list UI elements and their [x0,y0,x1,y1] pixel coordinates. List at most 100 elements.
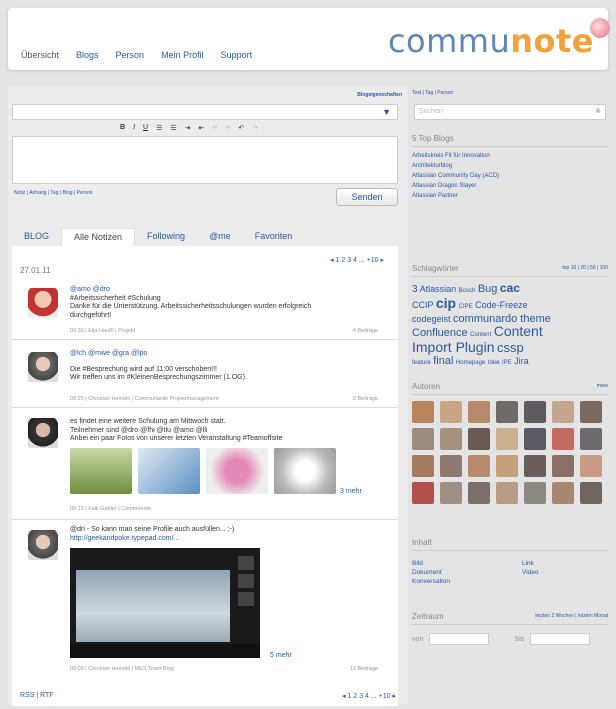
video-player[interactable] [70,548,260,658]
reply-count[interactable]: 4 Beiträge [353,328,378,334]
avatar[interactable] [552,401,574,423]
clear-icon[interactable]: ⊗ [595,107,601,115]
avatar[interactable] [496,428,518,450]
post-mentions[interactable]: Teilnehmer sind @dro @fhi @tlu @amo @lli [70,427,390,436]
reply-count[interactable]: 2 Beiträge [353,396,378,402]
list-item[interactable]: Atlassian Dragon Slayer [412,181,608,191]
avatar[interactable] [524,401,546,423]
avatar[interactable] [552,455,574,477]
avatar[interactable] [440,482,462,504]
avatar[interactable] [28,530,58,560]
photo-thumb[interactable] [206,448,268,494]
unlink-icon[interactable]: ∞ [225,124,230,132]
link-icon[interactable]: ∞ [212,124,217,132]
avatar[interactable] [580,482,602,504]
filter-conversation[interactable]: Konversation [412,577,522,586]
post-mentions[interactable]: @amo @dro [70,286,390,295]
avatar[interactable] [440,401,462,423]
avatar[interactable] [412,401,434,423]
avatar[interactable] [468,482,490,504]
post-text: Die #Besprechung wird auf 11:00 verschob… [70,365,217,373]
blog-properties-link[interactable]: Blogeigenschaften [357,92,402,98]
avatar[interactable] [496,482,518,504]
avatar[interactable] [524,428,546,450]
avatar[interactable] [580,428,602,450]
avatar[interactable] [412,455,434,477]
bold-icon[interactable]: B [120,124,125,132]
avatar[interactable] [580,455,602,477]
list-item[interactable]: Arbeitskreis Fit für Innovation [412,151,608,161]
top-blogs-list: Arbeitskreis Fit für Innovation Architek… [412,151,608,201]
more-link[interactable]: 5 mehr [270,652,292,659]
tab-following[interactable]: Following [135,228,197,246]
photo-thumb[interactable] [70,448,132,494]
avatar[interactable] [468,455,490,477]
avatar[interactable] [580,401,602,423]
to-date-input[interactable] [530,633,591,645]
list-item[interactable]: Atlassian Community Day (ACD) [412,171,608,181]
tab-all-notes[interactable]: Alle Notizen [61,228,136,246]
photo-thumb[interactable] [138,448,200,494]
send-button[interactable]: Senden [336,188,398,206]
avatar[interactable] [524,482,546,504]
avatar[interactable] [496,401,518,423]
post-mentions[interactable]: @lch @mwe @gra @lpo [70,350,390,359]
tags-top-filter[interactable]: top 10 | 20 | 50 | 100 [562,265,608,271]
undo-icon[interactable]: ↶ [238,124,244,132]
authors-more-link[interactable]: more [597,383,608,389]
pagination[interactable]: ◂ 1 2 3 4 ... +10 ▸ [330,256,384,264]
numbered-list-icon[interactable]: ☰ [170,124,176,132]
editor-links[interactable]: Notiz | Anhang | Tag | Blog | Person [14,190,92,196]
avatar[interactable] [28,352,58,382]
period-options[interactable]: letzten 2 Wochen | letzten Monat [535,613,608,619]
list-icon[interactable]: ☰ [156,124,162,132]
post-meta: 09:30 | Elja Haußl | Projekt 4 Beiträge [70,328,378,334]
redo-icon[interactable]: ↷ [252,124,258,132]
from-date-input[interactable] [429,633,490,645]
avatar[interactable] [440,428,462,450]
filter-image[interactable]: Bild [412,559,522,568]
avatar[interactable] [28,288,58,318]
post-text: es findet eine weitere Schulung am Mittw… [70,418,226,425]
outdent-icon[interactable]: ⇤ [199,124,205,132]
note-editor[interactable] [12,136,398,184]
nav-person[interactable]: Person [116,50,145,60]
feed-export-links[interactable]: RSS | RTF [20,692,54,699]
indent-icon[interactable]: ⇥ [185,124,191,132]
filter-link[interactable]: Link [522,559,602,568]
list-item[interactable]: Architekturblog [412,161,608,171]
logo[interactable]: communote [388,18,610,60]
more-photos-link[interactable]: 3 mehr [340,488,362,495]
avatar[interactable] [468,401,490,423]
tab-blog[interactable]: BLOG [12,228,61,246]
nav-support[interactable]: Support [221,50,253,60]
reply-count[interactable]: 12 Beiträge [350,666,378,672]
photo-thumb[interactable] [274,448,336,494]
tab-me[interactable]: @me [197,228,243,246]
tab-favorites[interactable]: Favoriten [243,228,305,246]
video-control-bar[interactable] [70,644,260,658]
search-filter[interactable]: Text | Tag | Person [412,90,608,96]
avatar[interactable] [412,482,434,504]
blog-select[interactable]: ▼ [12,104,398,120]
search-input[interactable]: Suchen ⊗ [414,104,606,120]
avatar[interactable] [524,455,546,477]
avatar[interactable] [28,418,58,448]
pagination-bottom[interactable]: ◂ 1 2 3 4 ... +10 ▸ [342,692,396,700]
avatar[interactable] [552,428,574,450]
nav-blogs[interactable]: Blogs [76,50,99,60]
avatar[interactable] [552,482,574,504]
avatar[interactable] [496,455,518,477]
avatar[interactable] [468,428,490,450]
nav-overview[interactable]: Übersicht [21,50,59,60]
filter-document[interactable]: Dokument [412,568,522,577]
nav-profile[interactable]: Mein Profil [161,50,204,60]
filter-video[interactable]: Video [522,568,602,577]
italic-icon[interactable]: I [133,124,135,132]
main-nav: Übersicht Blogs Person Mein Profil Suppo… [21,50,252,60]
list-item[interactable]: Atlassian Partner [412,191,608,201]
avatar[interactable] [440,455,462,477]
avatar[interactable] [412,428,434,450]
underline-icon[interactable]: U [143,124,148,132]
post-link[interactable]: http://geekandpoke.typepad.com/... [70,535,390,544]
